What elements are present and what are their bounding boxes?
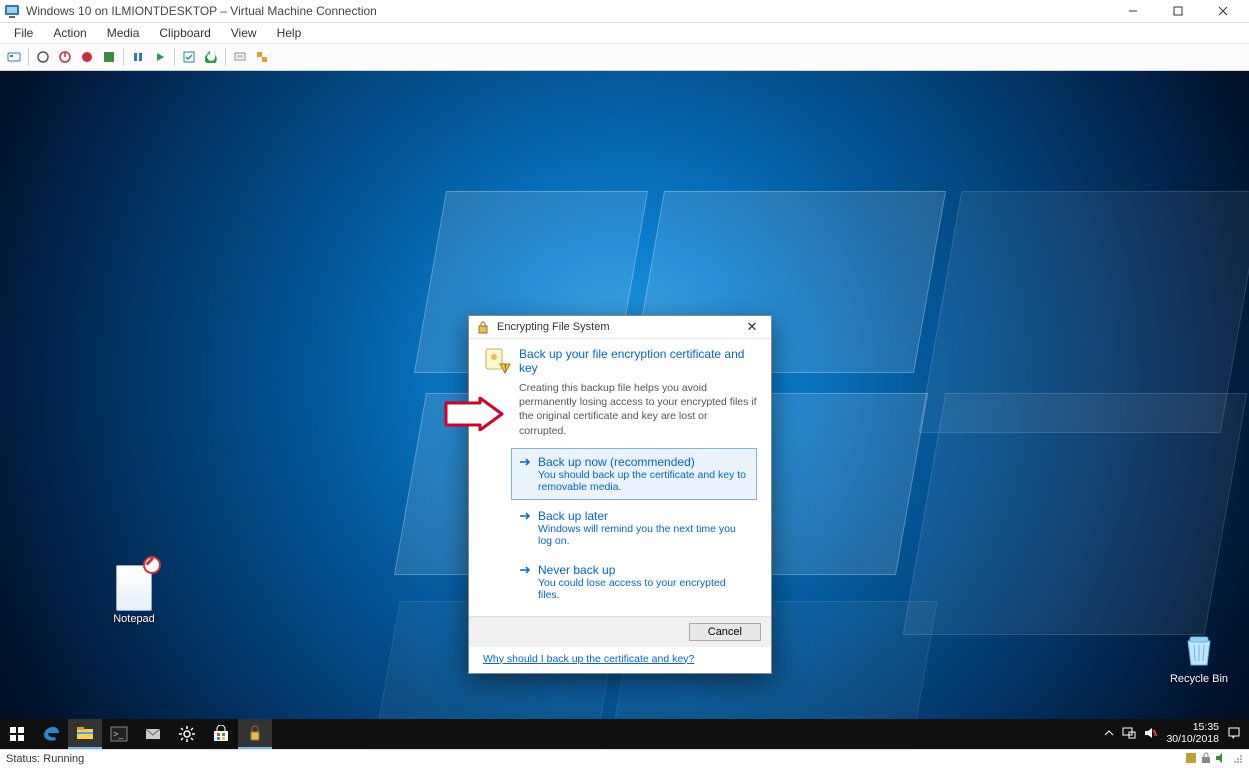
- taskbar-efs-dialog[interactable]: [238, 719, 272, 749]
- close-button[interactable]: [1200, 0, 1245, 22]
- start-icon[interactable]: [33, 47, 53, 67]
- dialog-description: Creating this backup file helps you avoi…: [519, 381, 757, 438]
- menu-help[interactable]: Help: [269, 24, 310, 42]
- taskbar-clock[interactable]: 15:35 30/10/2018: [1166, 722, 1219, 745]
- option-title: Never back up: [538, 563, 615, 577]
- option-never-back-up[interactable]: Never back up You could lose access to y…: [511, 556, 757, 608]
- efs-dialog: Encrypting File System ✕ ! Back up your …: [468, 315, 772, 674]
- dialog-heading: Back up your file encryption certificate…: [519, 347, 757, 375]
- svg-text:!: !: [504, 363, 507, 373]
- menu-media[interactable]: Media: [99, 24, 148, 42]
- recycle-bin-icon: [1178, 629, 1220, 671]
- maximize-button[interactable]: [1155, 0, 1200, 22]
- vm-window-title: Windows 10 on ILMIONTDESKTOP – Virtual M…: [26, 4, 1110, 18]
- dialog-title: Encrypting File System: [497, 321, 739, 333]
- tray-volume-icon[interactable]: [1144, 727, 1158, 742]
- arrow-right-icon: [518, 455, 532, 469]
- status-security-icon: [1185, 752, 1197, 767]
- revert-icon[interactable]: [201, 47, 221, 67]
- taskbar-edge[interactable]: [34, 719, 68, 749]
- tray-show-hidden-icon[interactable]: [1104, 728, 1114, 741]
- tray-notifications-icon[interactable]: [1227, 726, 1241, 743]
- desktop-icon-notepad[interactable]: Notepad: [98, 565, 170, 625]
- reset-icon[interactable]: [150, 47, 170, 67]
- menu-file[interactable]: File: [6, 24, 41, 42]
- desktop-icon-label: Notepad: [113, 613, 155, 625]
- desktop-icon-label: Recycle Bin: [1170, 673, 1228, 685]
- arrow-right-icon: [518, 509, 532, 523]
- save-icon[interactable]: [99, 47, 119, 67]
- svg-text:>_: >_: [113, 729, 124, 739]
- taskbar-explorer[interactable]: [68, 719, 102, 749]
- guest-taskbar: >_ 15:35 30/10/2018: [0, 719, 1249, 749]
- vm-menubar: File Action Media Clipboard View Help: [0, 23, 1249, 43]
- taskbar-settings[interactable]: [170, 719, 204, 749]
- efs-lock-icon: [475, 319, 491, 335]
- status-text: Status: Running: [6, 753, 84, 765]
- desktop-icon-recycle-bin[interactable]: Recycle Bin: [1163, 629, 1235, 685]
- vm-titlebar: Windows 10 on ILMIONTDESKTOP – Virtual M…: [0, 0, 1249, 23]
- vm-toolbar: [0, 43, 1249, 71]
- cancel-button[interactable]: Cancel: [689, 623, 761, 641]
- menu-clipboard[interactable]: Clipboard: [151, 24, 218, 42]
- ctrl-alt-del-icon[interactable]: [4, 47, 24, 67]
- share-icon[interactable]: [252, 47, 272, 67]
- option-subtitle: You should back up the certificate and k…: [538, 469, 748, 493]
- taskbar-terminal[interactable]: >_: [102, 719, 136, 749]
- option-title: Back up later: [538, 509, 608, 523]
- help-link[interactable]: Why should I back up the certificate and…: [469, 647, 771, 673]
- tray-network-icon[interactable]: [1122, 727, 1136, 742]
- vm-app-icon: [4, 3, 20, 19]
- status-lock-icon: [1201, 752, 1211, 767]
- turnoff-icon[interactable]: [55, 47, 75, 67]
- option-subtitle: Windows will remind you the next time yo…: [538, 523, 748, 547]
- option-back-up-later[interactable]: Back up later Windows will remind you th…: [511, 502, 757, 554]
- status-speaker-icon: [1215, 752, 1227, 767]
- notepad-icon: [116, 565, 152, 611]
- resize-grip-icon[interactable]: [1231, 752, 1243, 767]
- certificate-warning-icon: !: [483, 347, 511, 375]
- option-subtitle: You could lose access to your encrypted …: [538, 577, 748, 601]
- menu-action[interactable]: Action: [45, 24, 94, 42]
- taskbar-mail[interactable]: [136, 719, 170, 749]
- minimize-button[interactable]: [1110, 0, 1155, 22]
- guest-desktop[interactable]: Notepad Recycle Bin Encrypting File Syst…: [0, 71, 1249, 749]
- arrow-right-icon: [518, 563, 532, 577]
- option-title: Back up now (recommended): [538, 455, 695, 469]
- dialog-close-button[interactable]: ✕: [739, 319, 765, 335]
- pause-icon[interactable]: [128, 47, 148, 67]
- clock-date: 30/10/2018: [1166, 734, 1219, 746]
- dialog-titlebar[interactable]: Encrypting File System ✕: [469, 316, 771, 339]
- checkpoint-icon[interactable]: [179, 47, 199, 67]
- option-back-up-now[interactable]: Back up now (recommended) You should bac…: [511, 448, 757, 500]
- enhanced-session-icon[interactable]: [230, 47, 250, 67]
- start-button[interactable]: [0, 719, 34, 749]
- taskbar-store[interactable]: [204, 719, 238, 749]
- menu-view[interactable]: View: [223, 24, 265, 42]
- shutdown-icon[interactable]: [77, 47, 97, 67]
